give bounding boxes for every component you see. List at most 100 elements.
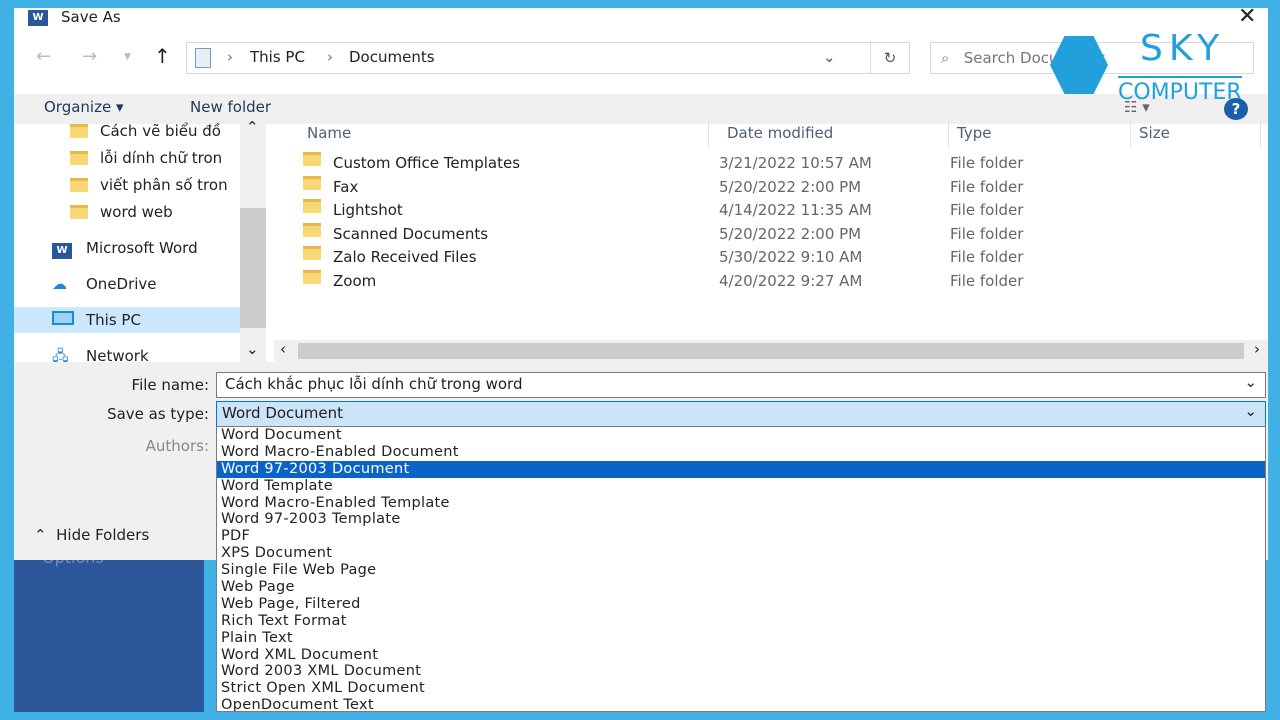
type-option[interactable]: Web Page, Filtered [217, 596, 1265, 613]
sidebar-item-label: This PC [86, 311, 141, 329]
folder-icon [70, 199, 88, 225]
save-as-type-dropdown-list[interactable]: Word Document Word Macro-Enabled Document… [216, 426, 1266, 712]
sidebar-item-label: viết phân số tron [100, 176, 228, 194]
type-option[interactable]: Word Template [217, 478, 1265, 495]
type-option[interactable]: Plain Text [217, 630, 1265, 647]
type-option[interactable]: Single File Web Page [217, 562, 1265, 579]
refresh-icon: ↻ [883, 49, 897, 67]
refresh-button[interactable]: ↻ [870, 42, 910, 74]
file-date: 5/20/2022 2:00 PM [719, 177, 862, 196]
sky-computer-logo: SKY COMPUTER [1050, 28, 1270, 105]
type-option[interactable]: Rich Text Format [217, 613, 1265, 630]
file-date: 4/14/2022 11:35 AM [719, 201, 872, 220]
file-row[interactable]: Zoom 4/20/2022 9:27 AM File folder [299, 270, 1059, 293]
file-row[interactable]: Fax 5/20/2022 2:00 PM File folder [299, 175, 1059, 199]
pc-icon [52, 307, 74, 333]
type-option[interactable]: Word 2003 XML Document [217, 663, 1265, 680]
chevron-down-icon: ⌄ [1244, 373, 1257, 391]
save-as-type-select[interactable]: Word Document ⌄ [216, 401, 1266, 427]
folder-icon [70, 145, 88, 171]
sidebar-item-label: Network [86, 347, 149, 362]
file-name: Scanned Documents [333, 224, 489, 243]
type-option[interactable]: Word 97-2003 Document [217, 460, 1265, 478]
file-row[interactable]: Scanned Documents 5/20/2022 2:00 PM File f… [299, 222, 1059, 246]
file-name-input[interactable]: Cách khắc phục lỗi dính chữ trong word ⌄ [216, 372, 1266, 398]
sidebar-item-label: lỗi dính chữ tron [100, 149, 223, 167]
sidebar-item-l-i-d-nh-ch-tron[interactable]: lỗi dính chữ tron [14, 145, 240, 171]
file-type: File folder [950, 272, 1024, 290]
breadcrumb-documents[interactable]: Documents [349, 48, 435, 66]
search-icon: ⌕ [941, 49, 950, 67]
file-type: File folder [950, 154, 1024, 172]
type-option[interactable]: Strict Open XML Document [217, 680, 1265, 697]
chevron-down-icon: ⌄ [1244, 402, 1257, 420]
sidebar-item-microsoft-word[interactable]: W Microsoft Word [14, 235, 240, 261]
navigation-pane: Cách vẽ biểu đồ lỗi dính chữ tron viết phâ… [14, 118, 266, 362]
network-icon: 🖧 [52, 347, 69, 362]
file-type: File folder [950, 248, 1024, 267]
logo-mark-icon [1050, 36, 1108, 94]
sidebar-item-label: word web [100, 203, 173, 221]
nav-scrollbar[interactable]: ⌃ ⌄ [240, 118, 266, 362]
cloud-icon: ☁ [52, 275, 67, 293]
file-row[interactable]: Zalo Received Files 5/30/2022 9:10 AM File… [299, 246, 1059, 269]
sidebar-item-network[interactable]: 🖧 Network [14, 343, 240, 362]
word-backstage: Options [14, 540, 204, 712]
chevron-up-icon: ⌃ [34, 526, 47, 544]
recent-dropdown-icon[interactable]: ▼ [124, 52, 131, 62]
horizontal-scrollbar[interactable]: ‹ › [274, 340, 1268, 362]
sidebar-item-label: OneDrive [86, 275, 157, 293]
type-option[interactable]: Word Macro-Enabled Document [217, 444, 1265, 461]
type-option[interactable]: Word XML Document [217, 647, 1265, 664]
sidebar-item-label: Microsoft Word [86, 239, 198, 257]
column-header-name[interactable]: Name [299, 118, 709, 148]
sidebar-item-c-ch-v-bi-u-[interactable]: Cách vẽ biểu đồ [14, 118, 240, 144]
back-icon[interactable]: ← [36, 46, 51, 67]
window-title: Save As [61, 8, 121, 26]
word-icon: W [52, 235, 72, 261]
file-name: Lightshot [333, 201, 403, 220]
breadcrumb-this-pc[interactable]: This PC [250, 48, 305, 66]
file-row[interactable]: Lightshot 4/14/2022 11:35 AM File folder [299, 199, 1059, 222]
file-name-label: File name: [131, 376, 209, 394]
documents-icon [195, 48, 211, 68]
up-icon[interactable]: ↑ [154, 44, 171, 68]
file-date: 4/20/2022 9:27 AM [719, 272, 863, 290]
organize-button[interactable]: Organize ▾ [44, 98, 124, 116]
sidebar-item-this-pc[interactable]: This PC [14, 307, 240, 333]
column-header-date[interactable]: Date modified [719, 118, 949, 148]
hide-folders-button[interactable]: ⌃ Hide Folders [34, 526, 149, 544]
file-name: Zalo Received Files [333, 248, 477, 267]
file-type: File folder [950, 201, 1024, 220]
sidebar-item-onedrive[interactable]: ☁ OneDrive [14, 271, 240, 297]
column-header-size[interactable]: Size [1131, 118, 1261, 148]
file-date: 5/20/2022 2:00 PM [719, 224, 862, 243]
type-option[interactable]: Web Page [217, 579, 1265, 596]
type-option[interactable]: XPS Document [217, 545, 1265, 562]
folder-icon [70, 172, 88, 198]
file-type: File folder [950, 177, 1024, 196]
close-icon[interactable]: ✕ [1238, 4, 1256, 29]
address-bar[interactable]: › This PC › Documents ⌄ [186, 42, 910, 74]
word-icon: W [28, 10, 48, 26]
file-date: 5/30/2022 9:10 AM [719, 248, 863, 267]
authors-label: Authors: [145, 437, 209, 455]
file-name: Zoom [333, 272, 377, 290]
chevron-down-icon[interactable]: ⌄ [823, 48, 836, 66]
new-folder-button[interactable]: New folder [190, 98, 271, 116]
forward-icon[interactable]: → [82, 46, 97, 67]
column-header-type[interactable]: Type [949, 118, 1131, 148]
type-option[interactable]: Word 97-2003 Template [217, 511, 1265, 528]
file-row[interactable]: Custom Office Templates 3/21/2022 10:57 A… [299, 152, 1059, 175]
folder-icon [70, 118, 88, 144]
sidebar-item-word-web[interactable]: word web [14, 199, 240, 225]
type-option[interactable]: PDF [217, 528, 1265, 545]
type-option[interactable]: Word Macro-Enabled Template [217, 495, 1265, 512]
sidebar-item-label: Cách vẽ biểu đồ [100, 122, 221, 140]
type-option[interactable]: OpenDocument Text [217, 697, 1265, 711]
file-name: Fax [333, 177, 359, 196]
save-as-type-label: Save as type: [107, 405, 209, 423]
file-name: Custom Office Templates [333, 154, 521, 172]
sidebar-item-vi-t-ph-n-s-tron[interactable]: viết phân số tron [14, 172, 240, 198]
type-option[interactable]: Word Document [217, 427, 1265, 444]
